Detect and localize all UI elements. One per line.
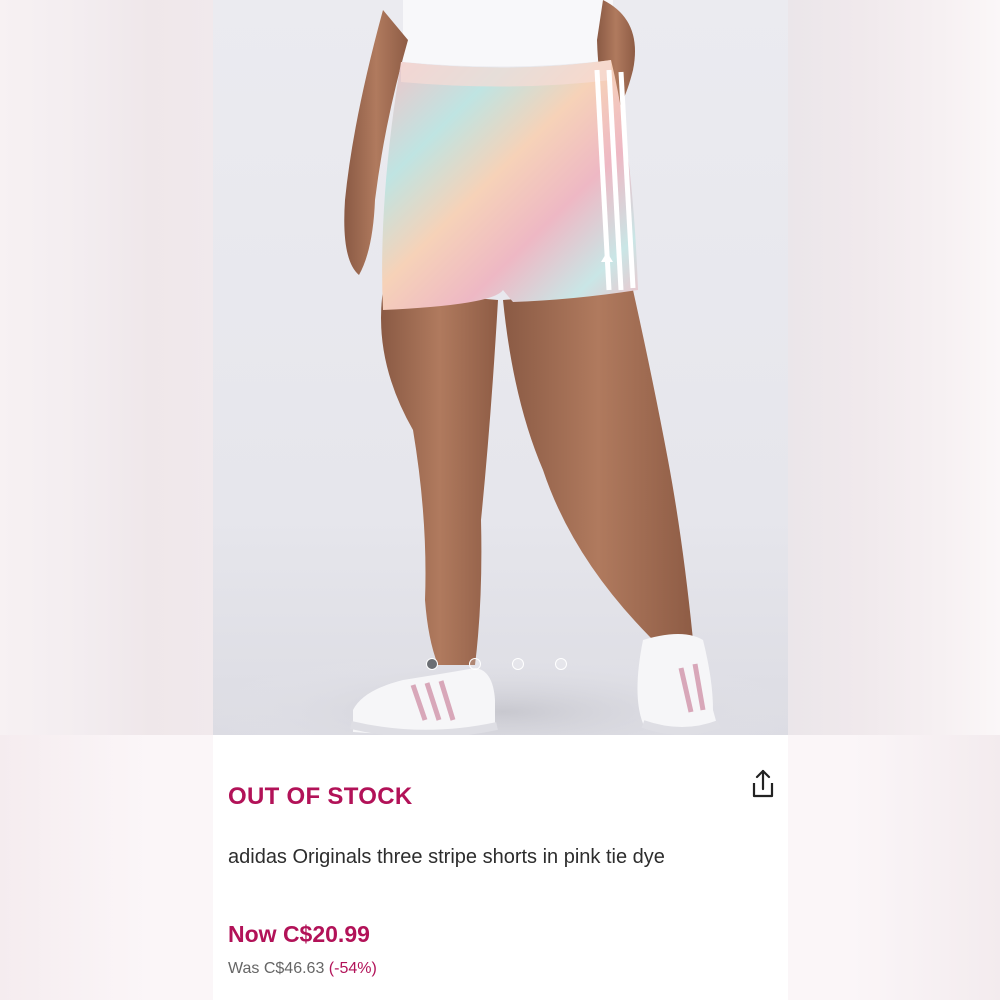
- carousel-dots: [426, 658, 567, 670]
- screenshot-canvas: OUT OF STOCK adidas Originals three stri…: [0, 0, 1000, 1000]
- product-photo-illustration: [213, 0, 788, 735]
- stock-status: OUT OF STOCK: [228, 783, 413, 810]
- carousel-dot-2[interactable]: [469, 658, 481, 670]
- carousel-dot-4[interactable]: [555, 658, 567, 670]
- price-was: Was C$46.63: [228, 960, 325, 977]
- product-title: adidas Originals three stripe shorts in …: [228, 846, 665, 868]
- carousel-dot-1[interactable]: [426, 658, 438, 670]
- share-icon: [752, 769, 774, 798]
- price-was-line: Was C$46.63 (-54%): [228, 960, 377, 978]
- product-page: OUT OF STOCK adidas Originals three stri…: [213, 0, 788, 1000]
- carousel-dot-3[interactable]: [512, 658, 524, 670]
- share-button[interactable]: [750, 769, 776, 799]
- product-info: OUT OF STOCK adidas Originals three stri…: [213, 735, 788, 1000]
- price-now: Now C$20.99: [228, 921, 370, 947]
- product-image[interactable]: [213, 0, 788, 735]
- discount-badge: (-54%): [328, 960, 377, 977]
